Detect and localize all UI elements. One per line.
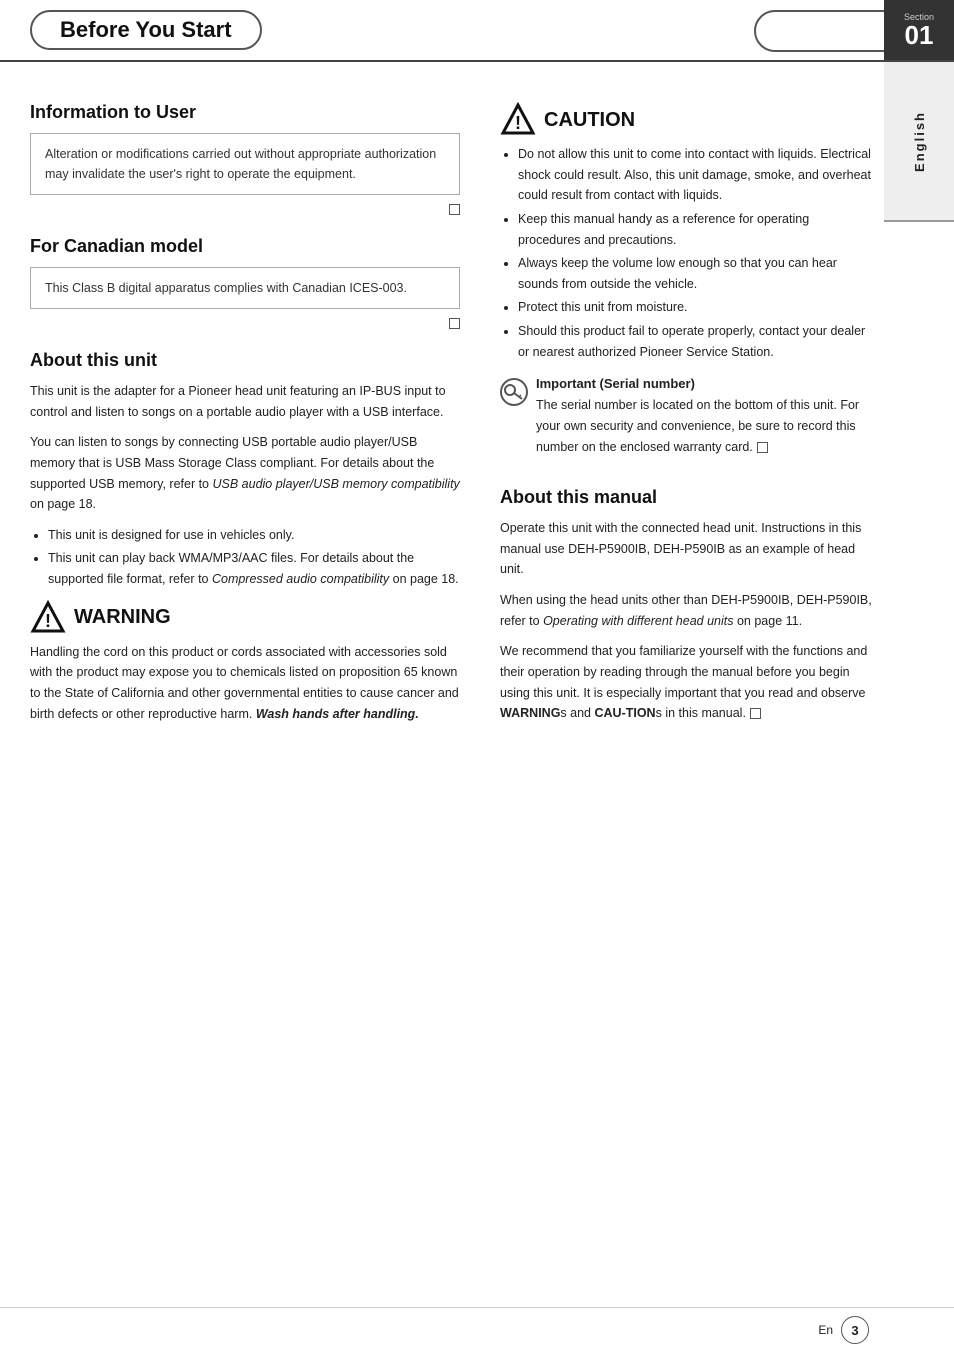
about-manual-title: About this manual xyxy=(500,487,874,508)
canadian-model-title: For Canadian model xyxy=(30,236,460,257)
diff-head-units-italic: Operating with different head units xyxy=(543,614,733,628)
end-square-4 xyxy=(750,708,761,719)
caution-bullets: Do not allow this unit to come into cont… xyxy=(500,144,874,362)
caution-bullet-3: Always keep the volume low enough so tha… xyxy=(518,253,874,294)
wash-hands-text: Wash hands after handling. xyxy=(256,707,419,721)
serial-title: Important (Serial number) xyxy=(536,376,874,391)
section-number-box: Section 01 xyxy=(884,0,954,60)
compressed-audio-italic: Compressed audio compatibility xyxy=(212,572,389,586)
about-unit-bullets: This unit is designed for use in vehicle… xyxy=(30,525,460,590)
warning-icon: ! xyxy=(30,600,66,636)
page-title: Before You Start xyxy=(30,10,262,50)
caution-bullet-1: Do not allow this unit to come into cont… xyxy=(518,144,874,206)
right-column: ! CAUTION Do not allow this unit to come… xyxy=(480,62,954,754)
svg-text:!: ! xyxy=(515,113,521,133)
info-to-user-text: Alteration or modifications carried out … xyxy=(45,147,436,181)
end-square-3 xyxy=(757,442,768,453)
info-to-user-title: Information to User xyxy=(30,102,460,123)
about-unit-title: About this unit xyxy=(30,350,460,371)
warning-label: WARNING xyxy=(74,606,171,629)
page-number: 3 xyxy=(841,1316,869,1344)
svg-text:!: ! xyxy=(45,611,51,631)
cautions-bold: CAU-TION xyxy=(594,706,655,720)
end-square-2 xyxy=(449,318,460,329)
serial-text: The serial number is located on the bott… xyxy=(536,395,874,457)
warning-header: ! WARNING xyxy=(30,600,460,636)
header: Before You Start Section 01 xyxy=(0,0,954,62)
serial-number-box: Important (Serial number) The serial num… xyxy=(500,376,874,467)
serial-icon xyxy=(500,378,528,406)
bullet-formats: This unit can play back WMA/MP3/AAC file… xyxy=(48,548,460,589)
caution-label: CAUTION xyxy=(544,109,635,132)
footer: En 3 xyxy=(0,1307,954,1352)
about-unit-p2: You can listen to songs by connecting US… xyxy=(30,432,460,515)
warnings-bold: WARNING xyxy=(500,706,560,720)
caution-bullet-2: Keep this manual handy as a reference fo… xyxy=(518,209,874,250)
about-manual-p2: When using the head units other than DEH… xyxy=(500,590,874,631)
bullet-vehicles: This unit is designed for use in vehicle… xyxy=(48,525,460,546)
footer-en-label: En xyxy=(818,1323,833,1337)
canadian-model-text: This Class B digital apparatus complies … xyxy=(45,281,407,295)
caution-bullet-4: Protect this unit from moisture. xyxy=(518,297,874,318)
usb-compat-italic: USB audio player/USB memory compatibilit… xyxy=(212,477,459,491)
about-manual-p1: Operate this unit with the connected hea… xyxy=(500,518,874,580)
about-unit-p1: This unit is the adapter for a Pioneer h… xyxy=(30,381,460,422)
section-number: 01 xyxy=(905,22,934,48)
info-to-user-box: Alteration or modifications carried out … xyxy=(30,133,460,195)
about-manual-p3: We recommend that you familiarize yourse… xyxy=(500,641,874,724)
caution-bullet-5: Should this product fail to operate prop… xyxy=(518,321,874,362)
serial-content: Important (Serial number) The serial num… xyxy=(536,376,874,467)
end-square-1 xyxy=(449,204,460,215)
caution-icon: ! xyxy=(500,102,536,138)
canadian-model-box: This Class B digital apparatus complies … xyxy=(30,267,460,309)
caution-header: ! CAUTION xyxy=(500,102,874,138)
left-column: Information to User Alteration or modifi… xyxy=(0,62,480,754)
warning-text: Handling the cord on this product or cor… xyxy=(30,642,460,725)
main-content: Information to User Alteration or modifi… xyxy=(0,62,954,774)
